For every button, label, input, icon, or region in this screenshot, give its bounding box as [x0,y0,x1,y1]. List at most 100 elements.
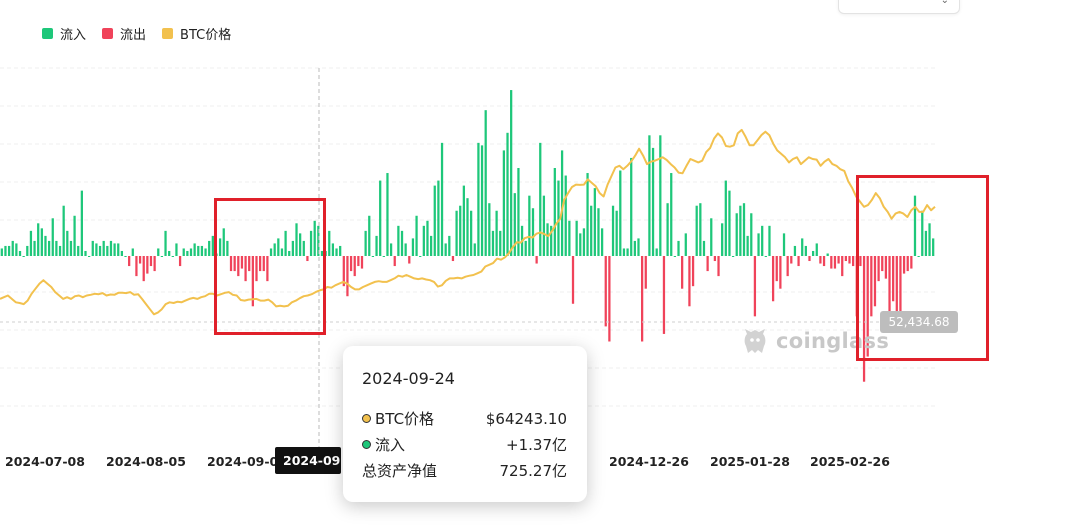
inflow-bar [586,173,589,256]
outflow-bar [822,256,826,267]
inflow-bar [651,147,655,256]
inflow-bar [506,132,509,256]
inflow-bar [477,142,480,256]
outflow-bar [346,256,349,297]
outflow-bar [837,256,840,264]
outflow-bar [604,256,607,327]
inflow-bar [542,195,546,256]
inflow-bar [459,205,462,256]
outflow-bar [753,256,757,317]
x-tick-label: 2024-09-0 [207,454,279,469]
inflow-bar [826,253,829,256]
inflow-bar [109,240,113,256]
tooltip-value-btc-price: $64243.10 [485,409,567,428]
inflow-bar [531,208,535,256]
outflow-bar [797,256,800,267]
inflow-bar [455,210,458,256]
tooltip-row-net-assets: 总资产净值 725.27亿 [362,460,567,481]
inflow-bar [597,208,600,256]
inflow-bar [429,235,433,256]
x-tick-label: 2024-08-05 [106,454,186,469]
inflow-bar [371,256,375,257]
outflow-bar [149,256,153,267]
inflow-bar [499,230,502,256]
inflow-bar [488,203,491,256]
inflow-bar [47,240,51,256]
inflow-bar [386,173,389,256]
inflow-bar [564,175,567,256]
inflow-bar [84,250,87,256]
inflow-bar [193,243,196,256]
inflow-bar [622,248,626,256]
inflow-bar [466,198,469,256]
inflow-bar [168,250,171,256]
inflow-bar [131,248,134,256]
inflow-bar [666,203,669,256]
outflow-bar [717,256,720,277]
inflow-bar [630,157,633,256]
inflow-bar [699,203,702,256]
tooltip-label-net-assets: 总资产净值 [362,462,438,480]
outflow-bar [779,256,782,289]
tooltip-label-inflow: 流入 [375,436,406,454]
inflow-bar [590,205,593,256]
outflow-bar [360,256,364,269]
inflow-bar [335,248,338,256]
inflow-bar [582,228,586,256]
outflow-bar [571,256,575,304]
tooltip-value-inflow: +1.37亿 [506,436,567,454]
outflow-bar [146,256,149,274]
inflow-bar [721,223,724,256]
outflow-bar [713,256,717,262]
inflow-bar [524,240,527,256]
inflow-bar [626,248,629,256]
inflow-bar [33,240,36,256]
inflow-bar [88,256,91,257]
inflow-bar [182,248,185,256]
inflow-bar [782,233,786,256]
inflow-bar [171,256,174,257]
inflow-bar [15,243,18,256]
outflow-bar [706,256,709,272]
inflow-bar [684,233,687,256]
outflow-bar [808,256,811,262]
outflow-bar [641,256,644,342]
inflow-bar [724,180,727,256]
inflow-bar [811,250,815,256]
inflow-bar [440,142,444,256]
inflow-bar [389,243,393,256]
inflow-bar [339,245,342,256]
inflow-bar [702,240,706,256]
inflow-bar [77,245,80,256]
inflow-bar [502,150,506,256]
outflow-bar [688,256,691,307]
inflow-bar [98,245,102,256]
inflow-bar [484,110,487,256]
coinglass-logo-icon [744,329,766,353]
inflow-bar [157,248,160,256]
inflow-bar [44,235,47,256]
tooltip-row-inflow: 流入 +1.37亿 [362,434,567,455]
inflow-bar [37,223,40,256]
outflow-bar [848,256,851,264]
inflow-bar [55,240,58,256]
outflow-bar [830,256,833,269]
inflow-bar [204,248,207,256]
inflow-bar [495,210,498,256]
inflow-bar [400,230,404,256]
inflow-bar [510,90,513,256]
inflow-bar [546,223,549,256]
inflow-bar [710,218,713,256]
inflow-bar [411,238,415,256]
inflow-bar [528,195,531,256]
inflow-bar [677,240,680,256]
inflow-bar [73,215,76,256]
inflow-bar [470,210,473,256]
inflow-bar [102,240,105,256]
x-tick-label: 2025-01-28 [710,454,790,469]
outflow-bar [353,256,356,277]
inflow-bar [197,245,200,256]
outflow-bar [178,256,182,267]
tooltip-label-btc-price: BTC价格 [375,410,435,428]
hover-tooltip: 2024-09-24 BTC价格 $64243.10 流入 +1.37亿 总资产… [343,346,587,502]
